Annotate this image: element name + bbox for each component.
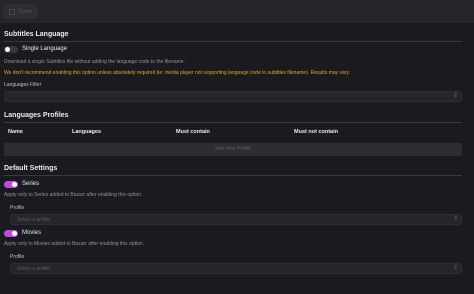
save-icon — [8, 8, 15, 15]
movies-default-label: Movies — [22, 230, 42, 236]
section-divider — [4, 175, 462, 176]
chevron-updown-icon: ⇕ — [452, 216, 458, 222]
movies-profile-label: Profile — [10, 254, 25, 260]
single-language-hint: Download a single Subtitles file without… — [4, 59, 185, 65]
toggle-knob — [5, 47, 10, 52]
series-profile-select[interactable]: Select a profile ⇕ — [10, 214, 462, 225]
default-settings-title: Default Settings — [4, 165, 58, 172]
save-button[interactable]: Save — [3, 4, 38, 19]
column-header-must-not-contain[interactable]: Must not contain — [294, 129, 338, 135]
add-new-profile-button[interactable]: Add New Profile — [4, 143, 462, 156]
movies-default-hint: Apply only to Movies added to Bazarr aft… — [4, 241, 145, 247]
single-language-toggle[interactable] — [4, 46, 18, 53]
toggle-knob — [12, 182, 17, 187]
save-button-label: Save — [17, 8, 32, 15]
languages-profiles-title: Languages Profiles — [4, 112, 69, 119]
toolbar: Save — [0, 0, 474, 23]
series-default-toggle[interactable] — [4, 181, 18, 188]
series-profile-placeholder: Select a profile — [17, 217, 51, 223]
section-divider — [4, 41, 462, 42]
toggle-knob — [12, 231, 17, 236]
series-profile-label: Profile — [10, 205, 25, 211]
series-default-label: Series — [22, 181, 40, 187]
movies-default-toggle[interactable] — [4, 230, 18, 237]
column-header-languages[interactable]: Languages — [72, 129, 101, 135]
section-divider — [4, 122, 462, 123]
column-header-must-contain[interactable]: Must contain — [176, 129, 210, 135]
series-default-hint: Apply only to Series added to Bazarr aft… — [4, 192, 143, 198]
languages-filter-label: Languages Filter — [4, 82, 42, 88]
subtitles-language-title: Subtitles Language — [4, 31, 69, 38]
languages-filter-select[interactable]: ⇕ — [4, 91, 462, 102]
column-header-name[interactable]: Name — [8, 129, 23, 135]
movies-profile-placeholder: Select a profile — [17, 266, 51, 272]
single-language-label: Single Language — [22, 46, 68, 52]
single-language-warning: We don't recommend enabling this option … — [4, 70, 350, 76]
chevron-updown-icon: ⇕ — [452, 265, 458, 271]
movies-profile-select[interactable]: Select a profile ⇕ — [10, 263, 462, 274]
chevron-updown-icon: ⇕ — [452, 93, 458, 99]
